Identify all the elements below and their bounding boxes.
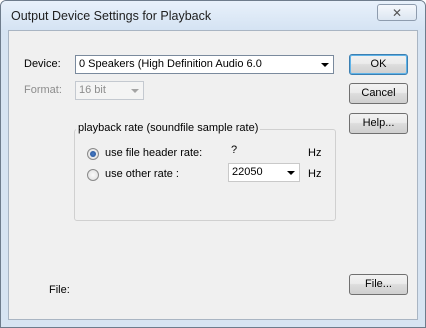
device-select-value: 0 Speakers (High Definition Audio 6.0 — [79, 58, 262, 70]
other-rate-select[interactable]: 22050 — [228, 163, 300, 182]
window-title: Output Device Settings for Playback — [11, 9, 212, 23]
cancel-button[interactable]: Cancel — [349, 83, 408, 104]
use-header-rate-radio[interactable] — [87, 148, 99, 160]
file-label: File: — [49, 284, 70, 296]
format-select[interactable]: 16 bit — [75, 81, 144, 100]
other-rate-select-value: 22050 — [232, 166, 263, 178]
title-bar[interactable]: Output Device Settings for Playback ✕ — [1, 1, 425, 30]
use-other-rate-label[interactable]: use other rate : — [105, 168, 179, 180]
other-rate-unit: Hz — [308, 168, 322, 180]
header-rate-value: ? — [231, 144, 238, 156]
use-header-rate-label[interactable]: use file header rate: — [105, 147, 202, 159]
playback-rate-group-title: playback rate (soundfile sample rate) — [76, 122, 261, 134]
help-button[interactable]: Help... — [349, 113, 408, 134]
device-select[interactable]: 0 Speakers (High Definition Audio 6.0 — [75, 55, 334, 74]
ok-button[interactable]: OK — [349, 54, 408, 75]
format-label: Format: — [24, 84, 62, 96]
dialog-body: Device: 0 Speakers (High Definition Audi… — [8, 30, 418, 320]
device-label: Device: — [24, 58, 61, 70]
dialog-window: Output Device Settings for Playback ✕ De… — [0, 0, 426, 328]
close-button[interactable]: ✕ — [377, 4, 417, 21]
use-other-rate-radio[interactable] — [87, 169, 99, 181]
chevron-down-icon — [287, 171, 295, 175]
file-button[interactable]: File... — [349, 274, 408, 295]
close-icon: ✕ — [391, 5, 403, 20]
chevron-down-icon — [131, 89, 139, 93]
header-rate-unit: Hz — [308, 147, 322, 159]
format-select-value: 16 bit — [79, 84, 106, 96]
chevron-down-icon — [321, 63, 329, 67]
radio-selected-dot — [90, 151, 96, 157]
